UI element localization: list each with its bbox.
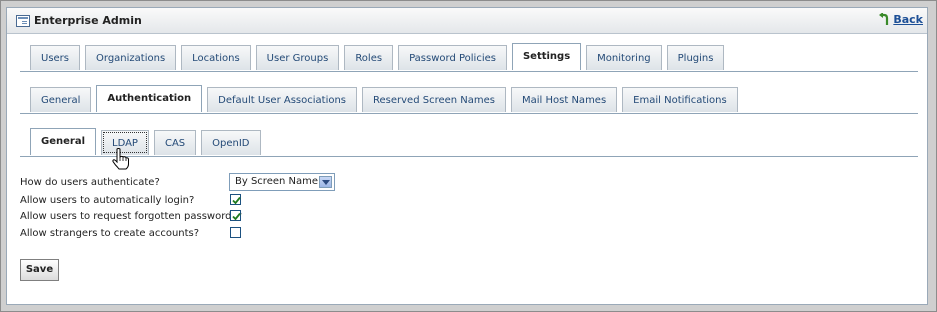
tab-organizations[interactable]: Organizations: [85, 45, 177, 70]
authentication-type-value: By Screen Name: [235, 176, 319, 187]
portlet-title: Enterprise Admin: [34, 14, 142, 27]
tab-default-user-associations[interactable]: Default User Associations: [207, 87, 358, 112]
tab-email-notifications[interactable]: Email Notifications: [622, 87, 738, 112]
tab-settings-general[interactable]: General: [30, 87, 92, 112]
tab-openid[interactable]: OpenID: [201, 130, 261, 155]
strangers-label: Allow strangers to create accounts?: [20, 228, 200, 239]
portlet-titlebar: Enterprise Admin Back: [7, 8, 927, 34]
strangers-checkbox[interactable]: [230, 227, 241, 238]
auth-tab-bar: General LDAP CAS OpenID: [20, 128, 918, 157]
tab-password-policies[interactable]: Password Policies: [398, 45, 507, 70]
tab-mail-host-names[interactable]: Mail Host Names: [511, 87, 618, 112]
tab-monitoring[interactable]: Monitoring: [586, 45, 662, 70]
tab-authentication[interactable]: Authentication: [96, 85, 203, 112]
tab-users[interactable]: Users: [30, 45, 81, 70]
authenticate-label: How do users authenticate?: [20, 177, 160, 188]
back-link-label: Back: [893, 13, 923, 26]
primary-tab-bar: Users Organizations Locations User Group…: [20, 43, 918, 72]
checkmark-icon: [232, 212, 241, 221]
settings-tab-bar: General Authentication Default User Asso…: [20, 85, 918, 114]
checkmark-icon: [232, 196, 241, 205]
tab-user-groups[interactable]: User Groups: [255, 45, 340, 70]
tab-auth-general[interactable]: General: [30, 128, 96, 155]
back-link[interactable]: Back: [879, 13, 923, 26]
authentication-type-select[interactable]: By Screen Name: [229, 173, 335, 191]
save-button[interactable]: Save: [20, 259, 59, 281]
hand-cursor-icon: [112, 148, 129, 170]
dropdown-arrow-icon[interactable]: [319, 176, 332, 188]
tab-cas[interactable]: CAS: [153, 130, 197, 155]
forgot-password-label: Allow users to request forgotten passwor…: [20, 211, 243, 222]
portlet-icon: [16, 15, 30, 27]
tab-roles[interactable]: Roles: [344, 45, 394, 70]
tab-locations[interactable]: Locations: [181, 45, 251, 70]
tab-settings[interactable]: Settings: [511, 43, 582, 70]
back-arrow-icon: [879, 13, 890, 26]
auto-login-label: Allow users to automatically login?: [20, 195, 195, 206]
enterprise-admin-portlet: Enterprise Admin Back Users Organization…: [6, 7, 928, 305]
tab-reserved-screen-names[interactable]: Reserved Screen Names: [362, 87, 507, 112]
tab-plugins[interactable]: Plugins: [666, 45, 725, 70]
auto-login-checkbox[interactable]: [230, 194, 241, 205]
forgot-password-checkbox[interactable]: [230, 210, 241, 221]
